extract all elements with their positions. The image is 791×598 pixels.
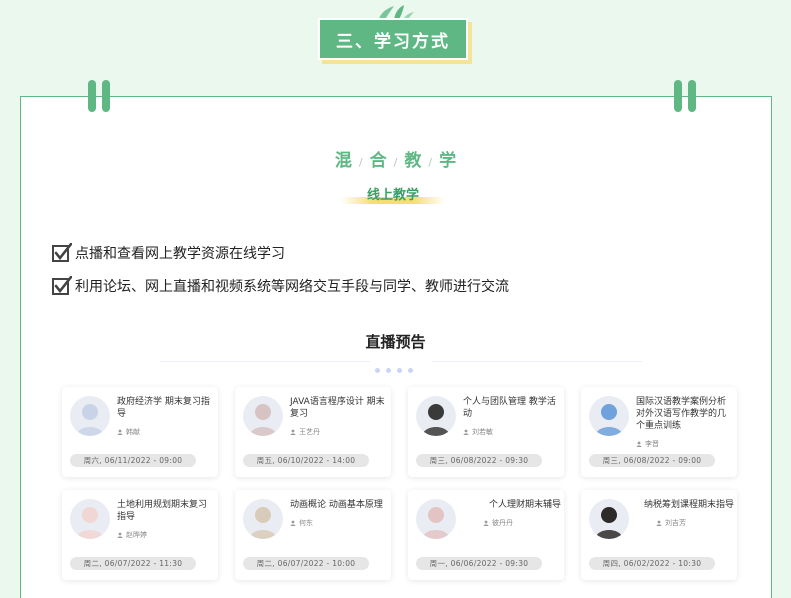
teacher-name-text: 韩献 bbox=[126, 428, 140, 436]
live-course-card[interactable]: 个人理财期末辅导彼丹丹周一, 06/06/2022 - 09:30 bbox=[408, 490, 564, 580]
person-icon bbox=[483, 520, 489, 526]
live-course-card[interactable]: JAVA语言程序设计 期末复习王艺丹周五, 06/10/2022 - 14:00 bbox=[235, 387, 391, 477]
live-time-badge: 周一, 06/06/2022 - 09:30 bbox=[416, 557, 542, 570]
teacher-name: 李晋 bbox=[636, 439, 659, 449]
teacher-name-text: 赵晔婷 bbox=[126, 531, 147, 539]
online-teaching-subtitle: 线上教学 bbox=[341, 184, 445, 206]
heading-char: 教 bbox=[404, 151, 422, 171]
teacher-avatar bbox=[70, 499, 110, 539]
course-title[interactable]: 个人理财期末辅导 bbox=[463, 499, 561, 511]
live-preview-title: 直播预告 bbox=[365, 333, 426, 351]
person-icon bbox=[636, 441, 642, 447]
feature-item: 利用论坛、网上直播和视频系统等网络交互手段与同学、教师进行交流 bbox=[52, 276, 509, 296]
feature-text: 点播和查看网上教学资源在线学习 bbox=[75, 246, 285, 262]
teacher-name: 韩献 bbox=[117, 427, 140, 437]
person-icon bbox=[290, 429, 296, 435]
heading-char: 合 bbox=[369, 151, 387, 171]
course-title[interactable]: 动画概论 动画基本原理 bbox=[290, 499, 388, 511]
teacher-name: 何东 bbox=[290, 518, 313, 528]
teacher-name-text: 王艺丹 bbox=[299, 428, 320, 436]
live-time-badge: 周六, 06/11/2022 - 09:00 bbox=[70, 454, 196, 467]
heading-separator: / bbox=[393, 156, 398, 169]
teacher-name-text: 彼丹丹 bbox=[492, 519, 513, 527]
live-time-badge: 周四, 06/02/2022 - 10:30 bbox=[589, 557, 715, 570]
teacher-name-text: 何东 bbox=[299, 519, 313, 527]
person-icon bbox=[117, 532, 123, 538]
course-title[interactable]: 纳税筹划课程期末指导 bbox=[636, 499, 734, 511]
binder-clip-right-a bbox=[674, 80, 682, 112]
teacher-avatar bbox=[416, 396, 456, 436]
live-course-card[interactable]: 国际汉语教学案例分析 对外汉语写作教学的几个重点训练李晋周三, 06/08/20… bbox=[581, 387, 737, 477]
section-title: 三、学习方式 bbox=[318, 18, 468, 60]
section-header-tab: 三、学习方式 bbox=[318, 18, 472, 64]
live-time-badge: 周五, 06/10/2022 - 14:00 bbox=[243, 454, 369, 467]
subtitle-text: 线上教学 bbox=[366, 188, 419, 203]
heading-separator: / bbox=[428, 156, 433, 169]
live-course-card[interactable]: 动画概论 动画基本原理何东周二, 06/07/2022 - 10:00 bbox=[235, 490, 391, 580]
live-course-card[interactable]: 纳税筹划课程期末指导刘吉芳周四, 06/02/2022 - 10:30 bbox=[581, 490, 737, 580]
live-time-badge: 周二, 06/07/2022 - 10:00 bbox=[243, 557, 369, 570]
person-icon bbox=[290, 520, 296, 526]
hybrid-teaching-heading: 混 / 合 / 教 / 学 bbox=[0, 146, 791, 171]
teacher-name-text: 刘吉芳 bbox=[665, 519, 686, 527]
teacher-name: 赵晔婷 bbox=[117, 530, 147, 540]
person-icon bbox=[117, 429, 123, 435]
live-course-card[interactable]: 政府经济学 期末复习指导韩献周六, 06/11/2022 - 09:00 bbox=[62, 387, 218, 477]
live-time-badge: 周三, 06/08/2022 - 09:30 bbox=[416, 454, 542, 467]
heading-char: 混 bbox=[334, 151, 352, 171]
divider-line bbox=[432, 361, 642, 362]
person-icon bbox=[656, 520, 662, 526]
teacher-avatar bbox=[70, 396, 110, 436]
person-icon bbox=[463, 429, 469, 435]
binder-clip-left-b bbox=[102, 80, 110, 112]
feature-item: 点播和查看网上教学资源在线学习 bbox=[52, 243, 285, 263]
live-time-badge: 周三, 06/08/2022 - 09:00 bbox=[589, 454, 715, 467]
teacher-name: 王艺丹 bbox=[290, 427, 320, 437]
heading-char: 学 bbox=[439, 151, 457, 171]
course-title[interactable]: 土地利用规划期末复习指导 bbox=[117, 499, 215, 523]
teacher-avatar bbox=[589, 396, 629, 436]
live-course-card[interactable]: 土地利用规划期末复习指导赵晔婷周二, 06/07/2022 - 11:30 bbox=[62, 490, 218, 580]
feature-text: 利用论坛、网上直播和视频系统等网络交互手段与同学、教师进行交流 bbox=[75, 279, 509, 295]
teacher-name-text: 刘若敏 bbox=[472, 428, 493, 436]
live-time-badge: 周二, 06/07/2022 - 11:30 bbox=[70, 557, 196, 570]
binder-clip-left-a bbox=[88, 80, 96, 112]
checkbox-checked-icon bbox=[52, 276, 72, 295]
checkbox-checked-icon bbox=[52, 243, 72, 262]
course-title[interactable]: JAVA语言程序设计 期末复习 bbox=[290, 396, 388, 420]
course-title[interactable]: 政府经济学 期末复习指导 bbox=[117, 396, 215, 420]
divider-line bbox=[160, 361, 370, 362]
teacher-avatar bbox=[416, 499, 456, 539]
teacher-name: 刘吉芳 bbox=[656, 518, 686, 528]
live-course-card[interactable]: 个人与团队管理 教学活动刘若敏周三, 06/08/2022 - 09:30 bbox=[408, 387, 564, 477]
course-title[interactable]: 国际汉语教学案例分析 对外汉语写作教学的几个重点训练 bbox=[636, 396, 734, 432]
teacher-avatar bbox=[243, 499, 283, 539]
teacher-avatar bbox=[243, 396, 283, 436]
teacher-avatar bbox=[589, 499, 629, 539]
course-title[interactable]: 个人与团队管理 教学活动 bbox=[463, 396, 561, 420]
teacher-name: 彼丹丹 bbox=[483, 518, 513, 528]
teacher-name-text: 李晋 bbox=[645, 440, 659, 448]
teacher-name: 刘若敏 bbox=[463, 427, 493, 437]
divider-dots bbox=[375, 358, 427, 392]
binder-clip-right-b bbox=[688, 80, 696, 112]
heading-separator: / bbox=[358, 156, 363, 169]
